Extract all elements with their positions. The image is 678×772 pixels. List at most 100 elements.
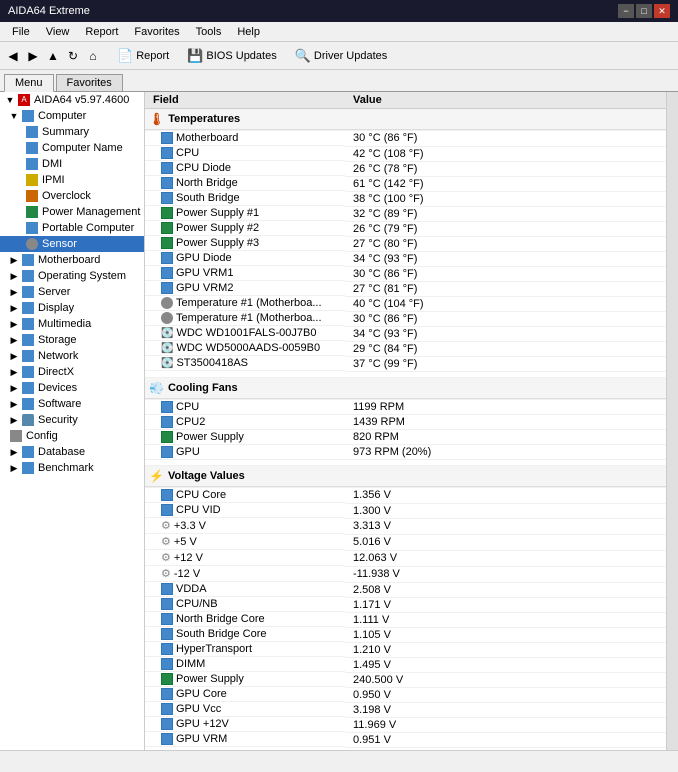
portablepc-icon: [24, 221, 40, 235]
sidebar-label-storage: Storage: [38, 334, 77, 346]
table-row[interactable]: CPU Core1.356 V: [145, 488, 666, 504]
nav-up-button[interactable]: ▲: [44, 47, 62, 65]
field-label: WDC WD5000AADS-0059B0: [176, 342, 320, 354]
sidebar-item-summary[interactable]: Summary: [0, 124, 144, 140]
sidebar-item-portablepc[interactable]: Portable Computer: [0, 220, 144, 236]
table-row[interactable]: North Bridge61 °C (142 °F): [145, 176, 666, 191]
sidebar-item-storage[interactable]: ▶ Storage: [0, 332, 144, 348]
devices-icon: [20, 381, 36, 395]
sidebar-item-security[interactable]: ▶ Security: [0, 412, 144, 428]
sidebar-item-config[interactable]: Config: [0, 428, 144, 444]
sidebar-item-benchmark[interactable]: ▶ Benchmark: [0, 460, 144, 476]
nav-forward-button[interactable]: ▶: [24, 47, 42, 65]
table-row[interactable]: CPU/NB1.171 V: [145, 597, 666, 612]
menu-report[interactable]: Report: [77, 24, 126, 40]
driver-updates-button[interactable]: 🔍 Driver Updates: [288, 45, 395, 67]
sidebar-item-display[interactable]: ▶ Display: [0, 300, 144, 316]
table-row[interactable]: ⚙+3.3 V3.313 V: [145, 518, 666, 534]
sidebar-item-database[interactable]: ▶ Database: [0, 444, 144, 460]
table-row[interactable]: CPU VID1.300 V: [145, 503, 666, 518]
table-row[interactable]: CPU42 °C (108 °F): [145, 146, 666, 161]
field-label: CPU: [176, 147, 199, 159]
table-row[interactable]: GPU Core0.950 V: [145, 687, 666, 702]
table-row[interactable]: 💽ST3500418AS37 °C (99 °F): [145, 356, 666, 371]
sidebar-item-motherboard[interactable]: ▶ Motherboard: [0, 252, 144, 268]
table-row[interactable]: GPU VRM0.951 V: [145, 732, 666, 747]
maximize-button[interactable]: □: [636, 4, 652, 18]
sidebar-item-multimedia[interactable]: ▶ Multimedia: [0, 316, 144, 332]
table-row[interactable]: GPU Vcc3.198 V: [145, 702, 666, 717]
sidebar-item-powermgmt[interactable]: Power Management: [0, 204, 144, 220]
nav-back-button[interactable]: ◀: [4, 47, 22, 65]
sidebar-item-devices[interactable]: ▶ Devices: [0, 380, 144, 396]
table-row[interactable]: GPU973 RPM (20%): [145, 445, 666, 460]
value-cell: 26 °C (78 °F): [345, 161, 666, 176]
table-row[interactable]: Motherboard30 °C (86 °F): [145, 131, 666, 147]
table-row[interactable]: GPU Diode34 °C (93 °F): [145, 251, 666, 266]
table-row[interactable]: DIMM1.495 V: [145, 657, 666, 672]
nav-home-button[interactable]: ⌂: [84, 47, 102, 65]
table-row[interactable]: VDDA2.508 V: [145, 582, 666, 597]
sidebar-item-computername[interactable]: Computer Name: [0, 140, 144, 156]
table-row[interactable]: GPU VRM130 °C (86 °F): [145, 266, 666, 281]
sidebar-label-motherboard: Motherboard: [38, 254, 100, 266]
menu-tools[interactable]: Tools: [188, 24, 230, 40]
table-row[interactable]: ⚙+12 V12.063 V: [145, 550, 666, 566]
sidebar-item-overclock[interactable]: Overclock: [0, 188, 144, 204]
table-row[interactable]: Power Supply240.500 V: [145, 672, 666, 687]
close-button[interactable]: ✕: [654, 4, 670, 18]
table-row[interactable]: ⚙+5 V5.016 V: [145, 534, 666, 550]
table-row[interactable]: Power Supply820 RPM: [145, 430, 666, 445]
database-icon: [20, 445, 36, 459]
sidebar-item-software[interactable]: ▶ Software: [0, 396, 144, 412]
sidebar-item-computer[interactable]: ▼ Computer: [0, 108, 144, 124]
server-icon: [20, 285, 36, 299]
table-row[interactable]: Power Supply #226 °C (79 °F): [145, 221, 666, 236]
table-row[interactable]: CPU1199 RPM: [145, 399, 666, 415]
field-label: Power Supply #3: [176, 237, 259, 249]
value-cell: 61 °C (142 °F): [345, 176, 666, 191]
table-row[interactable]: South Bridge Core1.105 V: [145, 627, 666, 642]
table-row[interactable]: Power Supply #132 °C (89 °F): [145, 206, 666, 221]
sidebar-item-ipmi[interactable]: IPMI: [0, 172, 144, 188]
bios-updates-button[interactable]: 💾 BIOS Updates: [180, 45, 284, 67]
table-row[interactable]: CPU Diode26 °C (78 °F): [145, 161, 666, 176]
sidebar-item-directx[interactable]: ▶ DirectX: [0, 364, 144, 380]
sidebar-item-os[interactable]: ▶ Operating System: [0, 268, 144, 284]
sidebar-item-dmi[interactable]: DMI: [0, 156, 144, 172]
sidebar-item-sensor[interactable]: Sensor: [0, 236, 144, 252]
table-row[interactable]: South Bridge38 °C (100 °F): [145, 191, 666, 206]
sidebar-label-dmi: DMI: [42, 158, 62, 170]
tab-menu[interactable]: Menu: [4, 74, 54, 92]
scrollbar[interactable]: [666, 92, 678, 750]
config-icon: [8, 429, 24, 443]
expand-arrow: ▶: [8, 335, 20, 346]
table-row[interactable]: CPU21439 RPM: [145, 415, 666, 430]
menu-help[interactable]: Help: [229, 24, 268, 40]
table-row[interactable]: Temperature #1 (Motherboa...40 °C (104 °…: [145, 296, 666, 311]
table-row[interactable]: ⚙-12 V-11.938 V: [145, 566, 666, 582]
menu-file[interactable]: File: [4, 24, 38, 40]
sidebar-item-network[interactable]: ▶ Network: [0, 348, 144, 364]
table-row[interactable]: 💽WDC WD5000AADS-0059B029 °C (84 °F): [145, 341, 666, 356]
menu-view[interactable]: View: [38, 24, 78, 40]
report-button[interactable]: 📄 Report: [110, 45, 176, 67]
sidebar-item-aida64[interactable]: ▼ A AIDA64 v5.97.4600: [0, 92, 144, 108]
value-cell: 38 °C (100 °F): [345, 191, 666, 206]
table-row[interactable]: Temperature #1 (Motherboa...30 °C (86 °F…: [145, 311, 666, 326]
field-label: Power Supply: [176, 431, 244, 443]
table-row[interactable]: 💽WDC WD1001FALS-00J7B034 °C (93 °F): [145, 326, 666, 341]
menu-favorites[interactable]: Favorites: [126, 24, 187, 40]
col-header-value: Value: [345, 92, 666, 109]
table-row[interactable]: GPU +12V11.969 V: [145, 717, 666, 732]
table-row[interactable]: HyperTransport1.210 V: [145, 642, 666, 657]
value-cell: 2.508 V: [345, 582, 666, 597]
table-row[interactable]: GPU VRM227 °C (81 °F): [145, 281, 666, 296]
sidebar-item-server[interactable]: ▶ Server: [0, 284, 144, 300]
nav-refresh-button[interactable]: ↻: [64, 47, 82, 65]
table-row[interactable]: North Bridge Core1.111 V: [145, 612, 666, 627]
col-header-field: Field: [145, 92, 345, 109]
tab-favorites[interactable]: Favorites: [56, 74, 123, 91]
minimize-button[interactable]: −: [618, 4, 634, 18]
table-row[interactable]: Power Supply #327 °C (80 °F): [145, 236, 666, 251]
